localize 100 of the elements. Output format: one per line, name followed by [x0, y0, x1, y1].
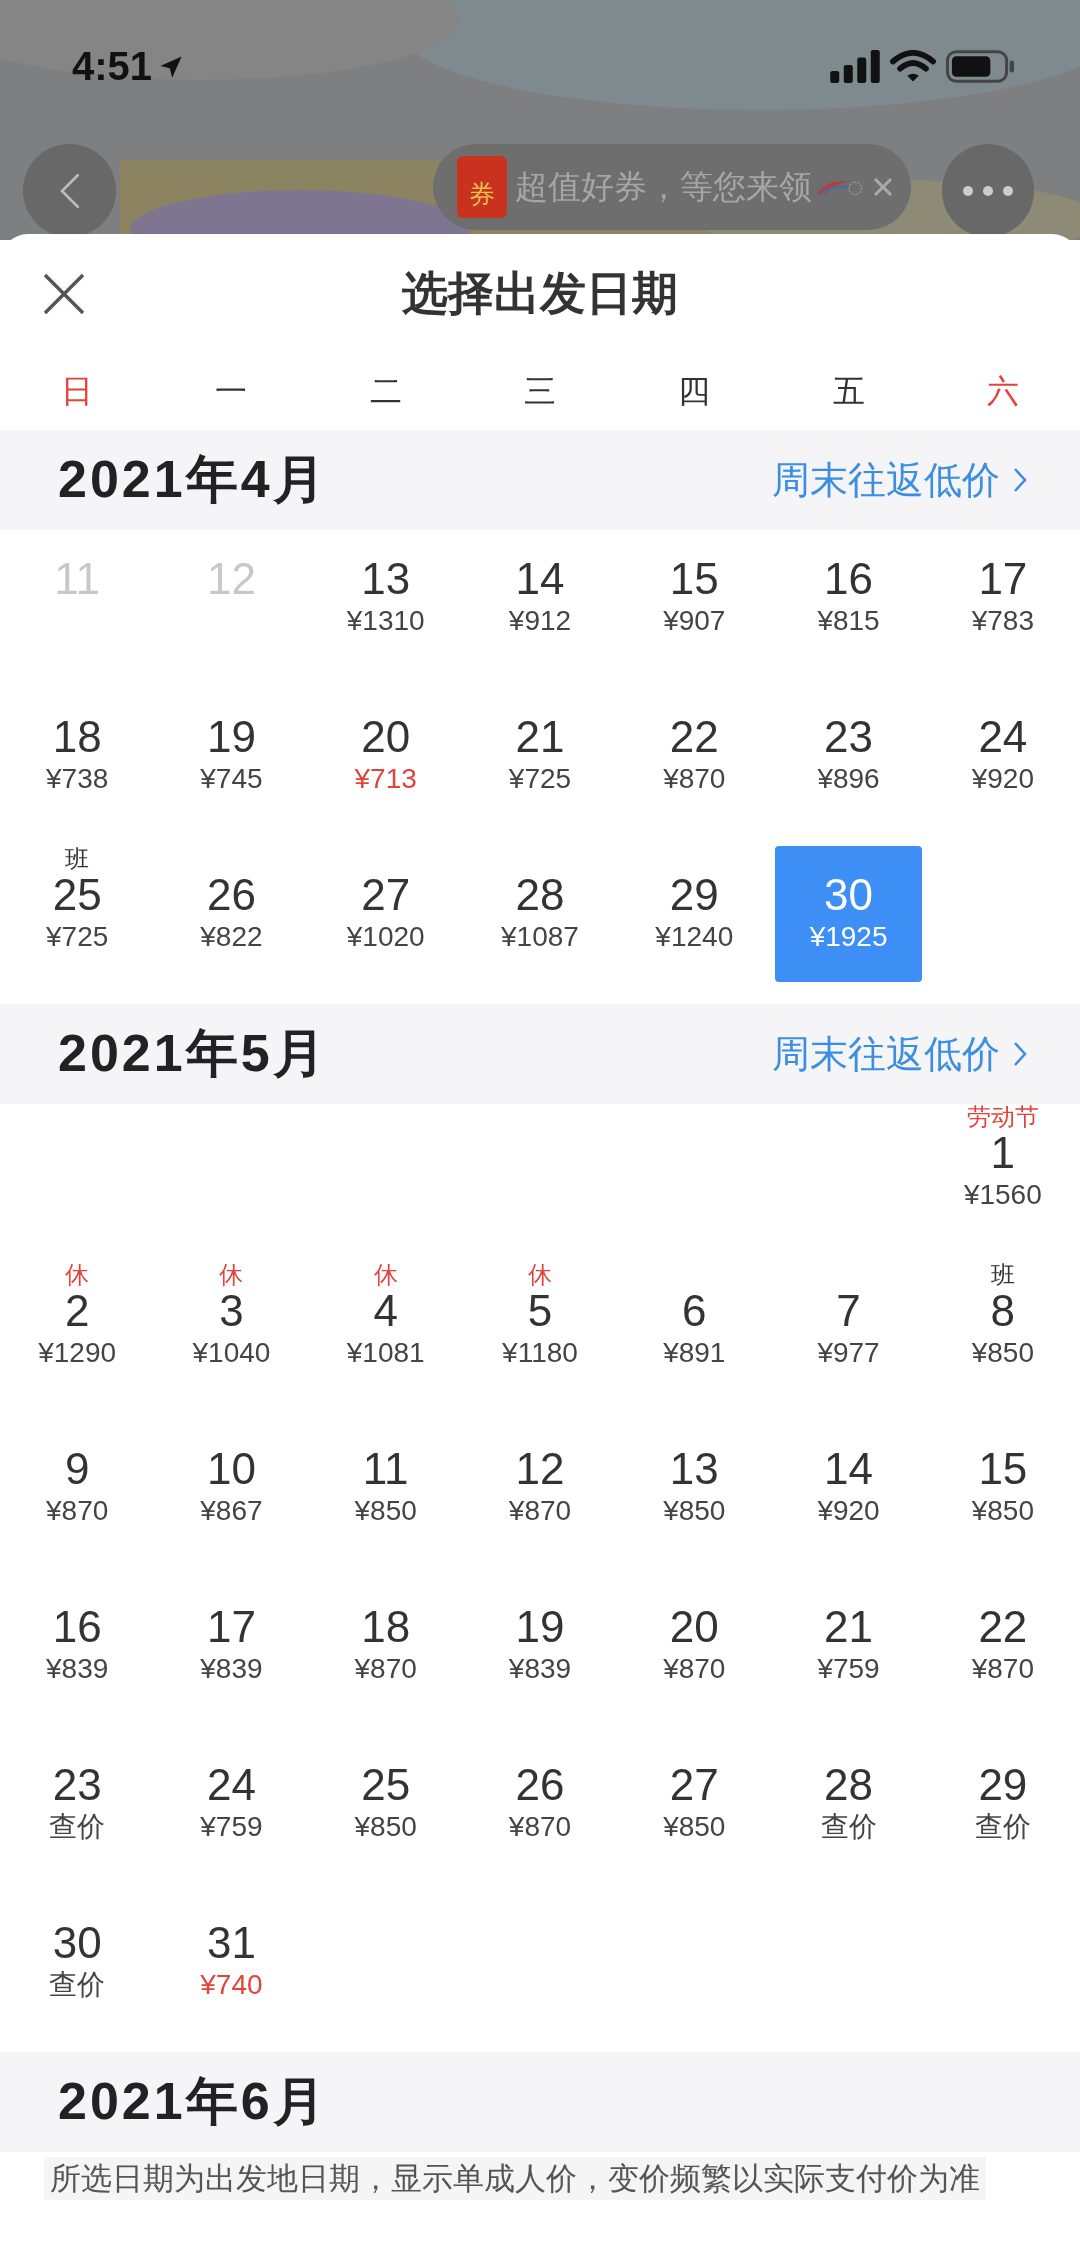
day-price: ¥1240	[655, 921, 734, 953]
weekday-label: 日	[61, 372, 94, 411]
day-number[interactable]: 13	[669, 1446, 719, 1492]
day-price: ¥725	[46, 921, 109, 953]
day-number[interactable]: 26	[206, 872, 256, 918]
day-price: ¥1087	[501, 921, 579, 953]
weekday-label: 三	[524, 372, 556, 411]
day-price: ¥815	[817, 605, 880, 637]
day-number[interactable]: 10	[206, 1446, 256, 1492]
day-number[interactable]: 20	[669, 1604, 719, 1650]
day-price: 查价	[820, 1810, 877, 1844]
battery-icon	[946, 49, 1014, 83]
day-tag: 休	[65, 1259, 90, 1291]
day-number[interactable]: 22	[978, 1604, 1028, 1650]
more-dots-icon	[961, 184, 1014, 197]
day-number[interactable]: 20	[361, 714, 411, 760]
day-price: ¥850	[971, 1337, 1034, 1369]
day-price: ¥759	[200, 1811, 263, 1843]
day-number[interactable]: 14	[515, 556, 565, 602]
sheet-title: 选择出发日期	[402, 266, 678, 321]
day-number[interactable]: 17	[978, 556, 1028, 602]
day-number[interactable]: 23	[52, 1762, 102, 1808]
day-price: ¥713	[354, 763, 417, 795]
day-tag: 班	[65, 843, 90, 875]
day-price: ¥839	[46, 1653, 109, 1685]
day-price: ¥850	[663, 1811, 726, 1843]
day-number[interactable]: 19	[206, 714, 256, 760]
wifi-icon	[890, 49, 936, 83]
day-number[interactable]: 16	[824, 556, 874, 602]
day-price: ¥725	[508, 763, 572, 795]
day-price: ¥839	[200, 1653, 263, 1685]
day-price: ¥870	[46, 1495, 109, 1527]
day-number[interactable]: 19	[515, 1604, 565, 1650]
day-price: ¥850	[354, 1495, 417, 1527]
day-number[interactable]: 18	[361, 1604, 411, 1650]
day-number[interactable]: 29	[669, 872, 719, 918]
day-number[interactable]: 31	[206, 1920, 256, 1966]
day-number[interactable]: 27	[361, 872, 411, 918]
day-price: ¥907	[663, 605, 726, 637]
day-number[interactable]: 6	[682, 1288, 707, 1334]
close-icon	[42, 272, 86, 316]
day-tag: 班	[990, 1259, 1015, 1291]
signal-icon	[830, 49, 880, 83]
day-number[interactable]: 13	[361, 556, 411, 602]
day-price: ¥891	[663, 1337, 726, 1369]
day-number[interactable]: 1	[990, 1130, 1016, 1176]
day-price: ¥977	[817, 1337, 880, 1369]
day-price: ¥759	[817, 1653, 880, 1685]
day-number[interactable]: 26	[515, 1762, 565, 1808]
day-number[interactable]: 9	[64, 1446, 90, 1492]
day-number[interactable]: 14	[824, 1446, 874, 1492]
day-price: ¥896	[817, 763, 880, 795]
day-number[interactable]: 17	[206, 1604, 256, 1650]
day-price: ¥738	[46, 763, 109, 795]
day-number[interactable]: 28	[515, 872, 565, 918]
promo-text: 超值好券，等您来领	[514, 166, 812, 207]
day-number[interactable]: 16	[52, 1604, 102, 1650]
day-price: ¥1020	[346, 921, 425, 953]
day-price: ¥870	[663, 763, 726, 795]
day-price: ¥745	[200, 763, 263, 795]
day-number[interactable]: 21	[515, 714, 565, 760]
day-number[interactable]: 8	[990, 1288, 1016, 1334]
day-number[interactable]: 15	[669, 556, 719, 602]
day-number[interactable]: 24	[206, 1762, 256, 1808]
day-number[interactable]: 2	[64, 1288, 90, 1334]
day-number[interactable]: 30	[52, 1920, 102, 1966]
day-price: ¥850	[663, 1495, 726, 1527]
day-number[interactable]: 25	[52, 872, 102, 918]
day-price: ¥867	[200, 1495, 263, 1527]
day-number[interactable]: 7	[836, 1288, 861, 1334]
day-number[interactable]: 12	[515, 1446, 565, 1492]
month-title: 2021年5月	[58, 1023, 328, 1084]
day-tag: 劳动节	[966, 1101, 1039, 1133]
day-price: ¥920	[817, 1495, 880, 1527]
day-number[interactable]: 5	[527, 1288, 553, 1334]
day-price: ¥850	[354, 1811, 417, 1843]
day-number[interactable]: 28	[824, 1762, 874, 1808]
day-number[interactable]: 24	[978, 714, 1028, 760]
day-price: ¥850	[971, 1495, 1034, 1527]
day-number[interactable]: 29	[978, 1762, 1028, 1808]
day-price: ¥870	[663, 1653, 726, 1685]
day-tag: 休	[219, 1259, 244, 1291]
close-button[interactable]	[42, 272, 86, 316]
month-title: 2021年4月	[58, 449, 328, 510]
day-number[interactable]: 15	[978, 1446, 1028, 1492]
day-number[interactable]: 3	[219, 1288, 244, 1334]
day-price: 查价	[49, 1968, 106, 2002]
day-tag: 休	[528, 1259, 552, 1291]
day-number[interactable]: 21	[824, 1604, 874, 1650]
day-price: ¥870	[508, 1495, 572, 1527]
day-number[interactable]: 18	[52, 714, 102, 760]
weekday-label: 四	[678, 372, 711, 411]
day-number[interactable]: 4	[373, 1288, 398, 1334]
day-number[interactable]: 22	[669, 714, 719, 760]
day-number[interactable]: 25	[361, 1762, 411, 1808]
day-price: ¥920	[971, 763, 1034, 795]
day-number[interactable]: 11	[362, 1446, 409, 1492]
chevron-right-icon	[1012, 467, 1028, 493]
day-number[interactable]: 27	[669, 1762, 719, 1808]
day-number[interactable]: 23	[824, 714, 874, 760]
